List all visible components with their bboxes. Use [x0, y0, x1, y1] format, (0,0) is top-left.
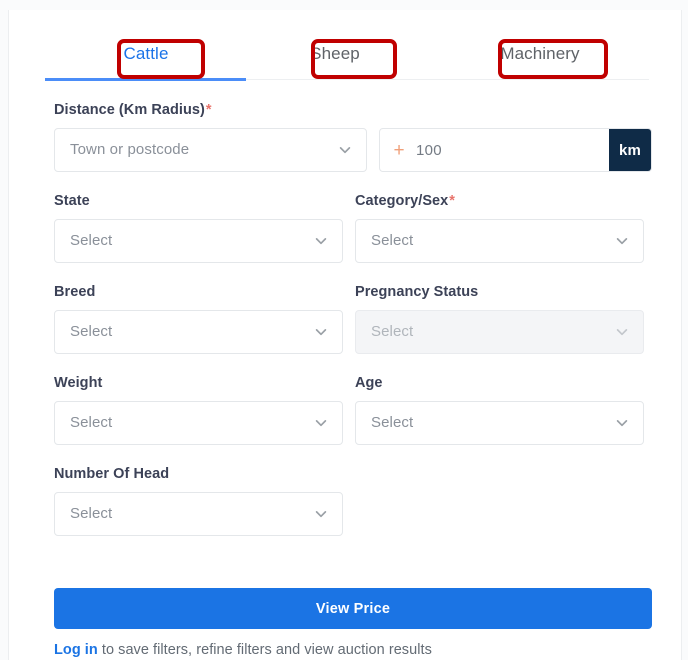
state-group: State Select — [54, 193, 343, 263]
category-sex-label: Category/Sex* — [355, 193, 644, 210]
breed-select-value: Select — [70, 323, 113, 340]
distance-label-text: Distance (Km Radius) — [54, 102, 205, 118]
radius-spacer-label — [379, 102, 652, 119]
active-tab-underline — [45, 78, 246, 81]
chevron-down-icon — [314, 234, 328, 248]
number-of-head-select[interactable]: Select — [54, 492, 343, 536]
login-link[interactable]: Log in — [54, 642, 98, 658]
distance-location-group: Distance (Km Radius)* Town or postcode — [54, 102, 367, 172]
distance-radius-group: + 100 km — [379, 102, 652, 172]
number-of-head-select-value: Select — [70, 505, 113, 522]
weight-group: Weight Select — [54, 375, 343, 445]
tab-sheep[interactable]: Sheep — [280, 32, 390, 76]
filter-form: Distance (Km Radius)* Town or postcode +… — [54, 102, 652, 560]
weight-age-row: Weight Select Age Select — [54, 375, 652, 445]
age-label: Age — [355, 375, 383, 391]
category-sex-group: Category/Sex* Select — [355, 193, 644, 263]
breed-label: Breed — [54, 284, 96, 300]
pregnancy-status-label: Pregnancy Status — [355, 284, 479, 300]
state-category-row: State Select Category/Sex* Select — [54, 193, 652, 263]
weight-select-value: Select — [70, 414, 113, 431]
radius-stepper[interactable]: + 100 km — [379, 128, 652, 172]
plus-icon[interactable]: + — [380, 141, 414, 160]
filter-card: Cattle Sheep Machinery Distance (Km Radi… — [8, 10, 682, 660]
chevron-down-icon — [615, 416, 629, 430]
chevron-down-icon — [615, 325, 629, 339]
weight-select[interactable]: Select — [54, 401, 343, 445]
chevron-down-icon — [615, 234, 629, 248]
age-select-value: Select — [371, 414, 414, 431]
pregnancy-status-select: Select — [355, 310, 644, 354]
chevron-down-icon — [314, 507, 328, 521]
state-select[interactable]: Select — [54, 219, 343, 263]
category-sex-select[interactable]: Select — [355, 219, 644, 263]
age-select[interactable]: Select — [355, 401, 644, 445]
radius-unit-badge[interactable]: km — [609, 129, 651, 171]
price-filter-panel: Cattle Sheep Machinery Distance (Km Radi… — [0, 0, 688, 660]
age-group: Age Select — [355, 375, 644, 445]
chevron-down-icon — [314, 416, 328, 430]
state-label: State — [54, 193, 90, 209]
location-select[interactable]: Town or postcode — [54, 128, 367, 172]
distance-label: Distance (Km Radius)* — [54, 102, 367, 119]
state-select-value: Select — [70, 232, 113, 249]
chevron-down-icon — [338, 143, 352, 157]
category-sex-select-value: Select — [371, 232, 414, 249]
breed-group: Breed Select — [54, 284, 343, 354]
login-hint: Log in to save filters, refine filters a… — [54, 642, 432, 658]
login-hint-text: to save filters, refine filters and view… — [97, 642, 432, 658]
tab-machinery-label: Machinery — [500, 44, 580, 63]
weight-label: Weight — [54, 375, 103, 391]
category-sex-required-marker: * — [449, 193, 455, 209]
distance-required-marker: * — [205, 102, 212, 118]
tab-cattle[interactable]: Cattle — [45, 32, 247, 76]
breed-pregnancy-row: Breed Select Pregnancy Status Select — [54, 284, 652, 354]
chevron-down-icon — [314, 325, 328, 339]
tab-machinery[interactable]: Machinery — [465, 32, 615, 76]
number-of-head-label: Number Of Head — [54, 466, 170, 482]
category-sex-label-text: Category/Sex — [355, 193, 449, 209]
category-tabs: Cattle Sheep Machinery — [45, 32, 649, 80]
distance-row: Distance (Km Radius)* Town or postcode +… — [54, 102, 652, 172]
pregnancy-status-select-value: Select — [371, 323, 414, 340]
pregnancy-status-group: Pregnancy Status Select — [355, 284, 644, 354]
tab-cattle-label: Cattle — [123, 44, 169, 63]
tabs-baseline — [246, 79, 649, 80]
number-of-head-group: Number Of Head Select — [54, 466, 343, 536]
view-price-button[interactable]: View Price — [54, 588, 652, 629]
location-select-value: Town or postcode — [70, 141, 190, 158]
tab-sheep-label: Sheep — [310, 44, 360, 63]
breed-select[interactable]: Select — [54, 310, 343, 354]
number-of-head-row: Number Of Head Select — [54, 466, 652, 536]
